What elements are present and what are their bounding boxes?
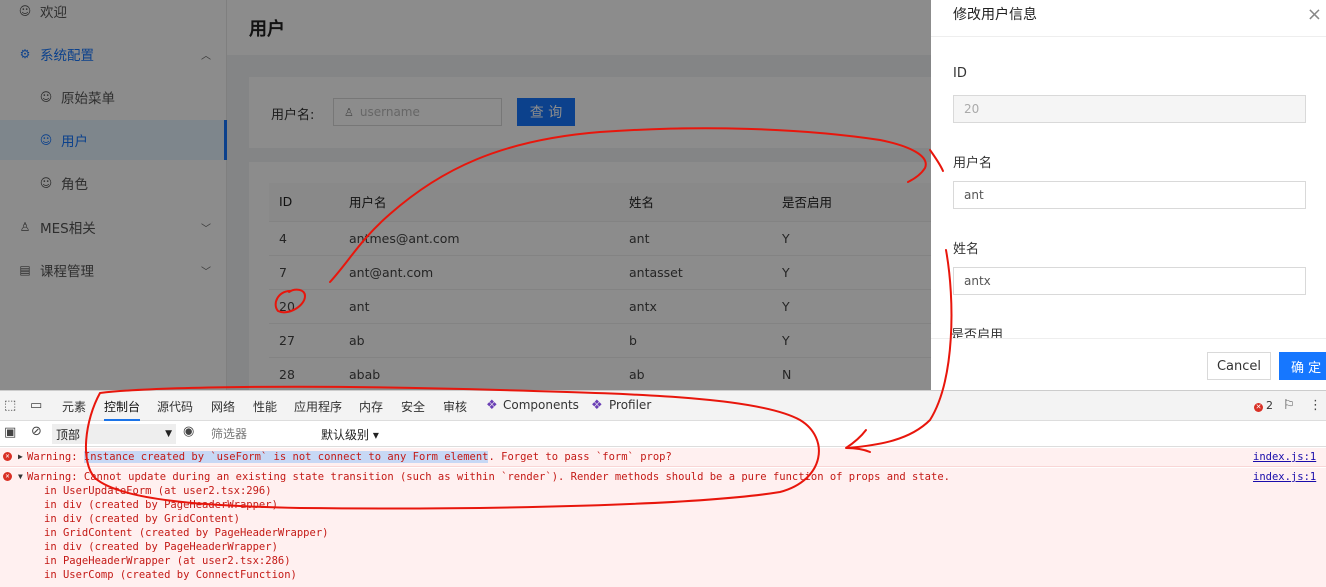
- error-icon: ✕: [3, 472, 12, 481]
- more-options-icon[interactable]: ⋮: [1309, 398, 1322, 413]
- log-level-select[interactable]: 默认级别 ▾: [321, 426, 379, 443]
- tab-elements[interactable]: 元素: [62, 398, 86, 415]
- dropdown-icon: ▼: [165, 429, 172, 439]
- tab-components[interactable]: Components: [503, 398, 579, 412]
- tab-memory[interactable]: 内存: [359, 398, 383, 415]
- console-toolbar: ▣ ⊘ 顶部 ▼ ◉ 筛选器 默认级别 ▾: [0, 421, 1326, 447]
- username-label: 用户名: [953, 156, 993, 171]
- stack-line: in div (created by PageHeaderWrapper): [44, 499, 278, 511]
- divider: [931, 36, 1326, 37]
- devtools-tabbar: ⬚ ▭ 元素 控制台 源代码 网络 性能 应用程序 内存 安全 审核 ❖ Com…: [0, 391, 1326, 421]
- error-icon: ✕: [3, 452, 12, 461]
- tab-sources[interactable]: 源代码: [157, 398, 193, 415]
- device-toggle-icon[interactable]: ▭: [30, 398, 42, 413]
- cancel-button[interactable]: Cancel: [1207, 352, 1271, 380]
- source-link[interactable]: index.js:1: [1253, 451, 1316, 463]
- devtools-panel: ⬚ ▭ 元素 控制台 源代码 网络 性能 应用程序 内存 安全 审核 ❖ Com…: [0, 390, 1326, 587]
- sidebar-toggle-icon[interactable]: ▣: [4, 425, 16, 440]
- stack-line: in UserUpdateForm (at user2.tsx:296): [44, 485, 272, 497]
- message-rest: Cannot update during an existing state t…: [83, 471, 950, 483]
- tab-profiler[interactable]: Profiler: [609, 398, 651, 412]
- name-field[interactable]: antx: [953, 267, 1306, 295]
- tab-security[interactable]: 安全: [401, 398, 425, 415]
- stack-line: in GridContent (created by PageHeaderWra…: [44, 527, 329, 539]
- tab-application[interactable]: 应用程序: [294, 398, 342, 415]
- app-window: ☺ 欢迎 ⚙ 系统配置 ︿ ☺ 原始菜单 ☺ 用户 ☺ 角色 ♙ MES相关 ﹀…: [0, 0, 1326, 390]
- error-count-badge[interactable]: ✕ 2: [1254, 399, 1273, 412]
- expand-icon[interactable]: ▶: [18, 452, 23, 461]
- tab-performance[interactable]: 性能: [253, 398, 277, 415]
- feedback-icon[interactable]: ⚐: [1283, 398, 1295, 413]
- ok-button[interactable]: 确 定: [1279, 352, 1326, 380]
- close-icon[interactable]: ×: [1307, 4, 1322, 25]
- filter-input[interactable]: 筛选器: [208, 424, 314, 444]
- message-text: Warning: Cannot update during an existin…: [27, 471, 950, 483]
- id-field: 20: [953, 95, 1306, 123]
- error-icon: ✕: [1254, 403, 1263, 412]
- context-select[interactable]: 顶部 ▼: [52, 424, 176, 444]
- stack-line: in div (created by GridContent): [44, 513, 240, 525]
- react-icon: ❖: [591, 398, 603, 413]
- drawer-footer: Cancel 确 定: [931, 338, 1326, 390]
- console-message: ✕ ▼ Warning: Cannot update during an exi…: [0, 468, 1326, 587]
- react-icon: ❖: [486, 398, 498, 413]
- error-count: 2: [1266, 399, 1273, 412]
- message-prefix: Warning:: [27, 451, 84, 463]
- source-link[interactable]: index.js:1: [1253, 471, 1316, 483]
- drawer-mask[interactable]: [0, 0, 931, 390]
- message-highlight: Instance created by `useForm` is not con…: [83, 451, 489, 463]
- tab-audits[interactable]: 审核: [443, 398, 467, 415]
- console-message: ✕ ▶ Warning: Instance created by `useFor…: [0, 448, 1326, 467]
- drawer-title: 修改用户信息: [953, 7, 1037, 23]
- edit-user-drawer: 修改用户信息 × ID 20 用户名 ant 姓名 antx 是否启用 Canc…: [931, 0, 1326, 390]
- message-rest: . Forget to pass `form` prop?: [488, 451, 672, 463]
- collapse-icon[interactable]: ▼: [18, 472, 23, 481]
- tab-network[interactable]: 网络: [211, 398, 235, 415]
- id-label: ID: [953, 66, 967, 81]
- stack-line: in UserComp (created by ConnectFunction): [44, 569, 297, 581]
- username-field[interactable]: ant: [953, 181, 1306, 209]
- clear-console-icon[interactable]: ⊘: [31, 424, 42, 439]
- message-prefix: Warning:: [27, 471, 84, 483]
- inspect-icon[interactable]: ⬚: [4, 398, 16, 413]
- stack-line: in div (created by PageHeaderWrapper): [44, 541, 278, 553]
- eye-icon[interactable]: ◉: [183, 424, 194, 439]
- stack-line: in PageHeaderWrapper (at user2.tsx:286): [44, 555, 291, 567]
- tab-console[interactable]: 控制台: [104, 398, 141, 421]
- name-label: 姓名: [953, 242, 980, 257]
- message-text: Warning: Instance created by `useForm` i…: [27, 451, 672, 463]
- context-value: 顶部: [56, 427, 81, 442]
